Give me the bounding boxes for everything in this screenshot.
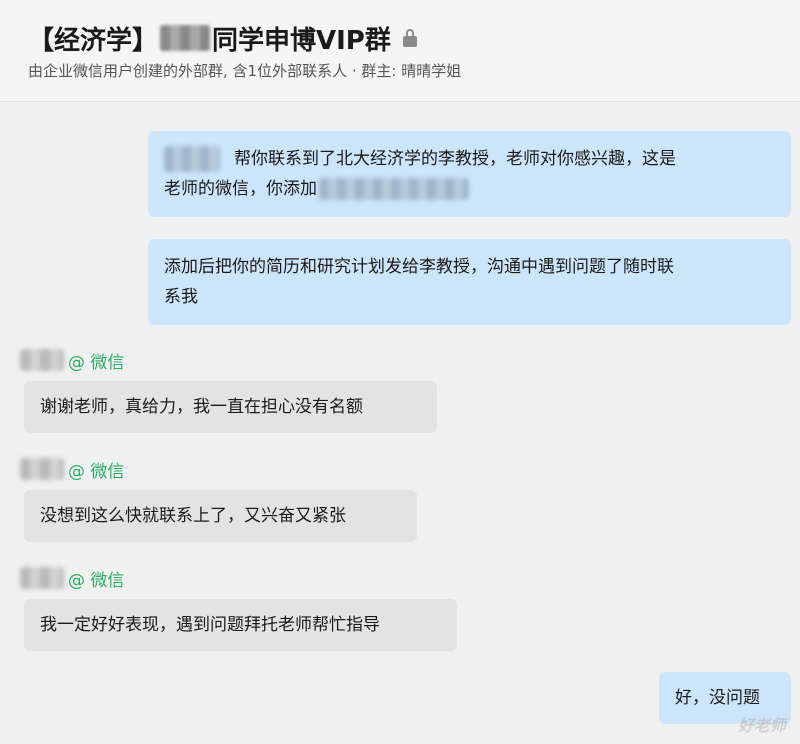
redacted-name <box>160 25 211 51</box>
chat-header: 【经济学】 同学申博VIP群 由企业微信用户创建的外部群, 含1位外部联系人 ·… <box>0 0 800 102</box>
message-text: 老师的微信，你添加 <box>164 179 317 199</box>
message-line: 帮你联系到了北大经济学的李教授，老师对你感兴趣，这是 <box>164 144 775 174</box>
message-text: 系我 <box>164 287 198 307</box>
redacted-sender-name <box>20 567 64 589</box>
message-bubble-self[interactable]: 添加后把你的简历和研究计划发给李教授，沟通中遇到问题了随时联 系我 <box>148 239 791 325</box>
message-text: 我一定好好表现，遇到问题拜托老师帮忙指导 <box>40 615 380 635</box>
message-bubble-other[interactable]: 谢谢老师，真给力，我一直在担心没有名额 <box>24 381 437 433</box>
message-text: 没想到这么快就联系上了，又兴奋又紧张 <box>40 506 346 526</box>
redacted-wechat-id <box>319 178 469 200</box>
message-bubble-other[interactable]: 没想到这么快就联系上了，又兴奋又紧张 <box>24 490 417 542</box>
redacted-sender-name <box>20 458 64 480</box>
message-bubble-other[interactable]: 我一定好好表现，遇到问题拜托老师帮忙指导 <box>24 599 457 651</box>
message-text: 帮你联系到了北大经济学的李教授，老师对你感兴趣，这是 <box>234 149 676 169</box>
redacted-name <box>164 146 220 172</box>
sender-label[interactable]: @ 微信 <box>20 566 125 591</box>
message-text: 添加后把你的简历和研究计划发给李教授，沟通中遇到问题了随时联 <box>164 257 674 277</box>
sender-source: @ 微信 <box>68 352 125 373</box>
message-text: 好，没问题 <box>675 688 760 708</box>
lock-icon <box>402 29 417 47</box>
chat-title[interactable]: 【经济学】 同学申博VIP群 <box>28 18 417 58</box>
watermark-logo: 好老师 <box>737 716 786 735</box>
chat-subtitle: 由企业微信用户创建的外部群, 含1位外部联系人 · 群主: 晴晴学姐 <box>28 62 462 80</box>
sender-source: @ 微信 <box>68 461 125 482</box>
message-text: 谢谢老师，真给力，我一直在担心没有名额 <box>40 397 363 417</box>
title-prefix: 【经济学】 <box>28 25 159 56</box>
message-bubble-self[interactable]: 帮你联系到了北大经济学的李教授，老师对你感兴趣，这是 老师的微信，你添加 <box>148 131 791 217</box>
message-line: 老师的微信，你添加 <box>164 174 775 204</box>
redacted-sender-name <box>20 349 64 371</box>
sender-source: @ 微信 <box>68 570 125 591</box>
title-suffix: 同学申博VIP群 <box>212 25 391 56</box>
sender-label[interactable]: @ 微信 <box>20 457 125 482</box>
sender-label[interactable]: @ 微信 <box>20 348 125 373</box>
